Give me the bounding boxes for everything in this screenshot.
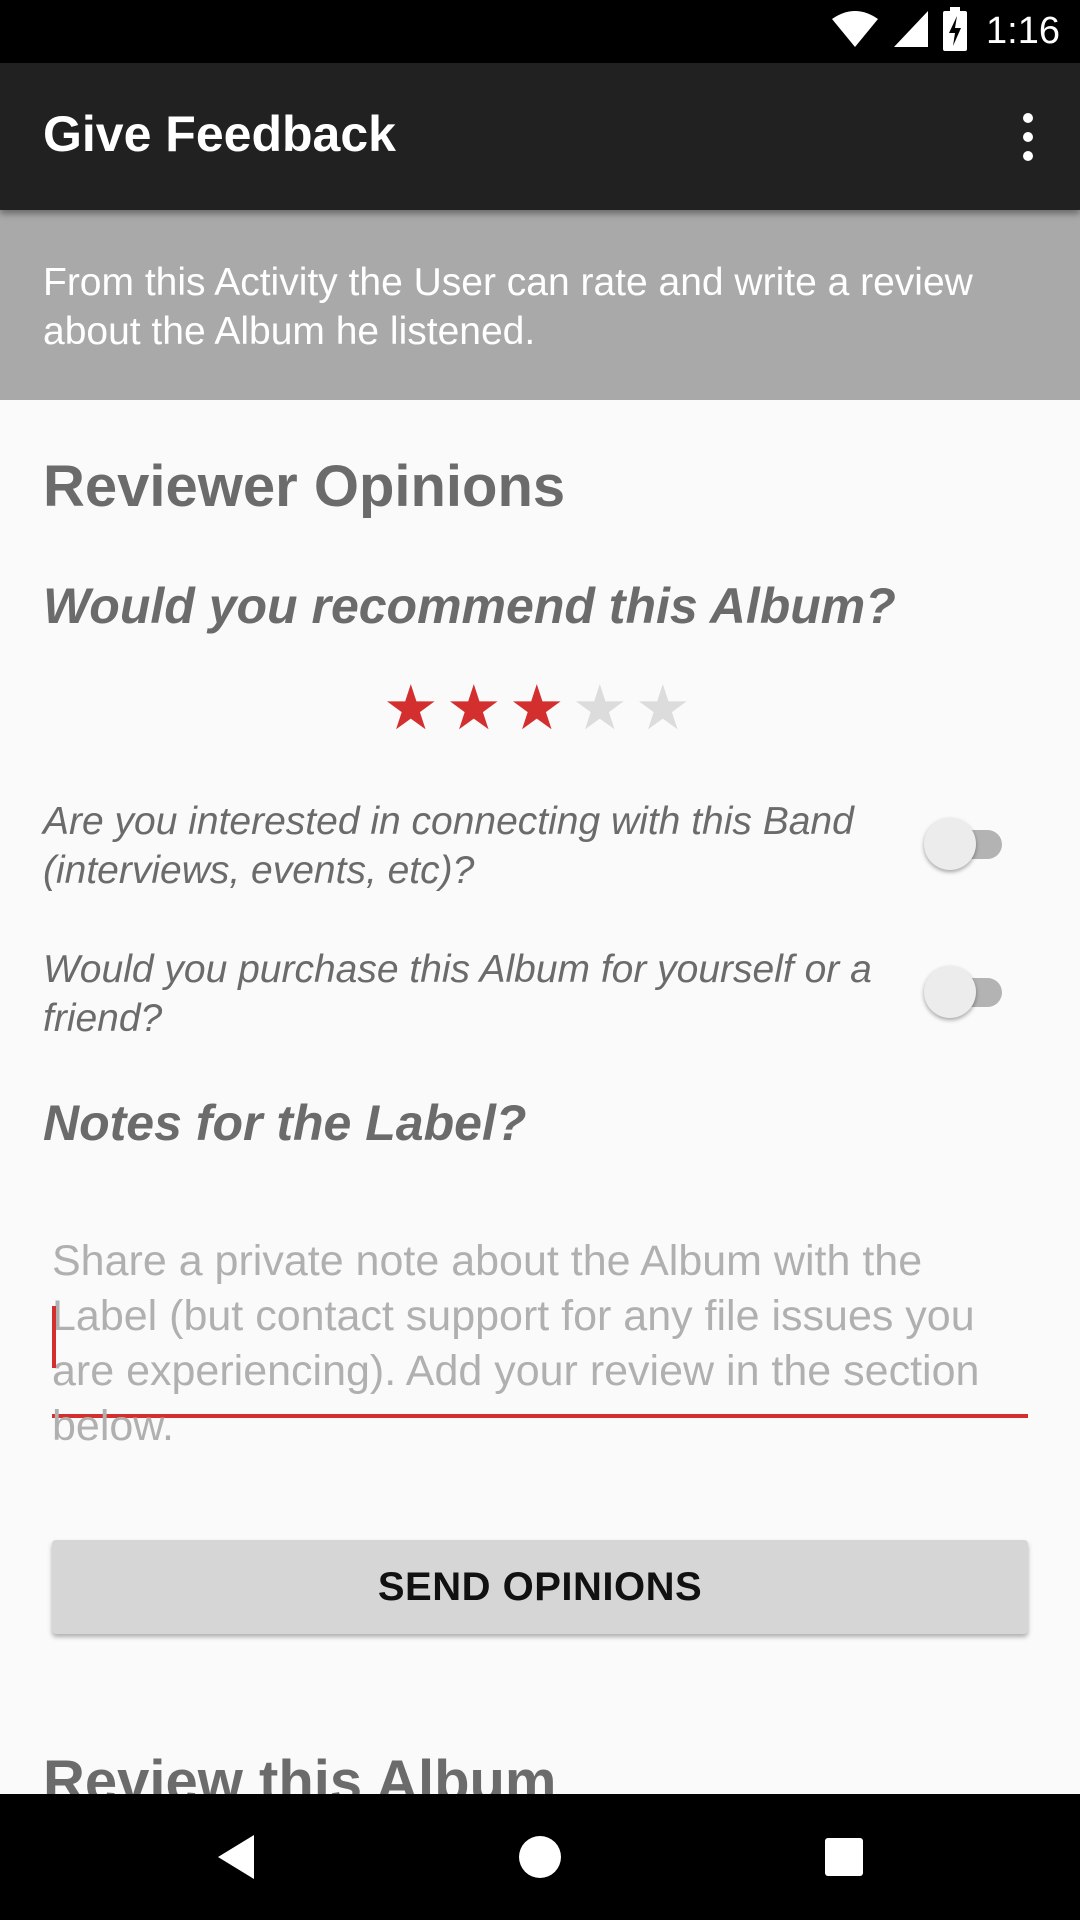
switch-thumb — [924, 818, 976, 870]
section-title-reviewer-opinions: Reviewer Opinions — [43, 454, 566, 519]
more-vert-icon[interactable] — [1000, 99, 1056, 175]
cellular-signal-icon — [892, 9, 930, 54]
status-icons: 1:16 — [830, 0, 1060, 63]
section-title-review-album: Review this Album — [43, 1749, 557, 1794]
notes-title: Notes for the Label? — [43, 1095, 527, 1151]
app-bar: Give Feedback — [0, 63, 1080, 210]
send-opinions-button[interactable]: SEND OPINIONS — [52, 1540, 1028, 1634]
star-icon[interactable]: ★ — [446, 677, 502, 739]
status-time: 1:16 — [986, 10, 1060, 52]
battery-charging-icon — [942, 7, 968, 56]
navigation-bar — [0, 1794, 1080, 1920]
purchase-switch[interactable] — [924, 966, 1008, 1018]
star-icon[interactable]: ★ — [509, 677, 565, 739]
page-title: Give Feedback — [43, 106, 396, 162]
star-icon[interactable]: ★ — [572, 677, 628, 739]
recents-icon[interactable] — [784, 1794, 904, 1920]
recommend-question: Would you recommend this Album? — [43, 578, 896, 634]
back-icon[interactable] — [176, 1794, 296, 1920]
star-icon[interactable]: ★ — [635, 677, 691, 739]
home-icon[interactable] — [480, 1794, 600, 1920]
feedback-content[interactable]: Reviewer Opinions Would you recommend th… — [0, 400, 1080, 1794]
star-rating[interactable]: ★ ★ ★ ★ ★ — [383, 677, 691, 739]
connect-switch[interactable] — [924, 818, 1008, 870]
banner-text: From this Activity the User can rate and… — [43, 261, 973, 353]
purchase-question: Would you purchase this Album for yourse… — [43, 948, 872, 1040]
wifi-icon — [830, 9, 880, 54]
status-bar: 1:16 — [0, 0, 1080, 63]
switch-thumb — [924, 966, 976, 1018]
description-banner: From this Activity the User can rate and… — [0, 210, 1080, 400]
notes-placeholder: Share a private note about the Album wit… — [52, 1237, 980, 1450]
notes-input[interactable]: Share a private note about the Album wit… — [52, 1222, 1028, 1450]
star-icon[interactable]: ★ — [383, 677, 439, 739]
text-caret — [52, 1306, 56, 1368]
connect-question: Are you interested in connecting with th… — [43, 800, 854, 892]
